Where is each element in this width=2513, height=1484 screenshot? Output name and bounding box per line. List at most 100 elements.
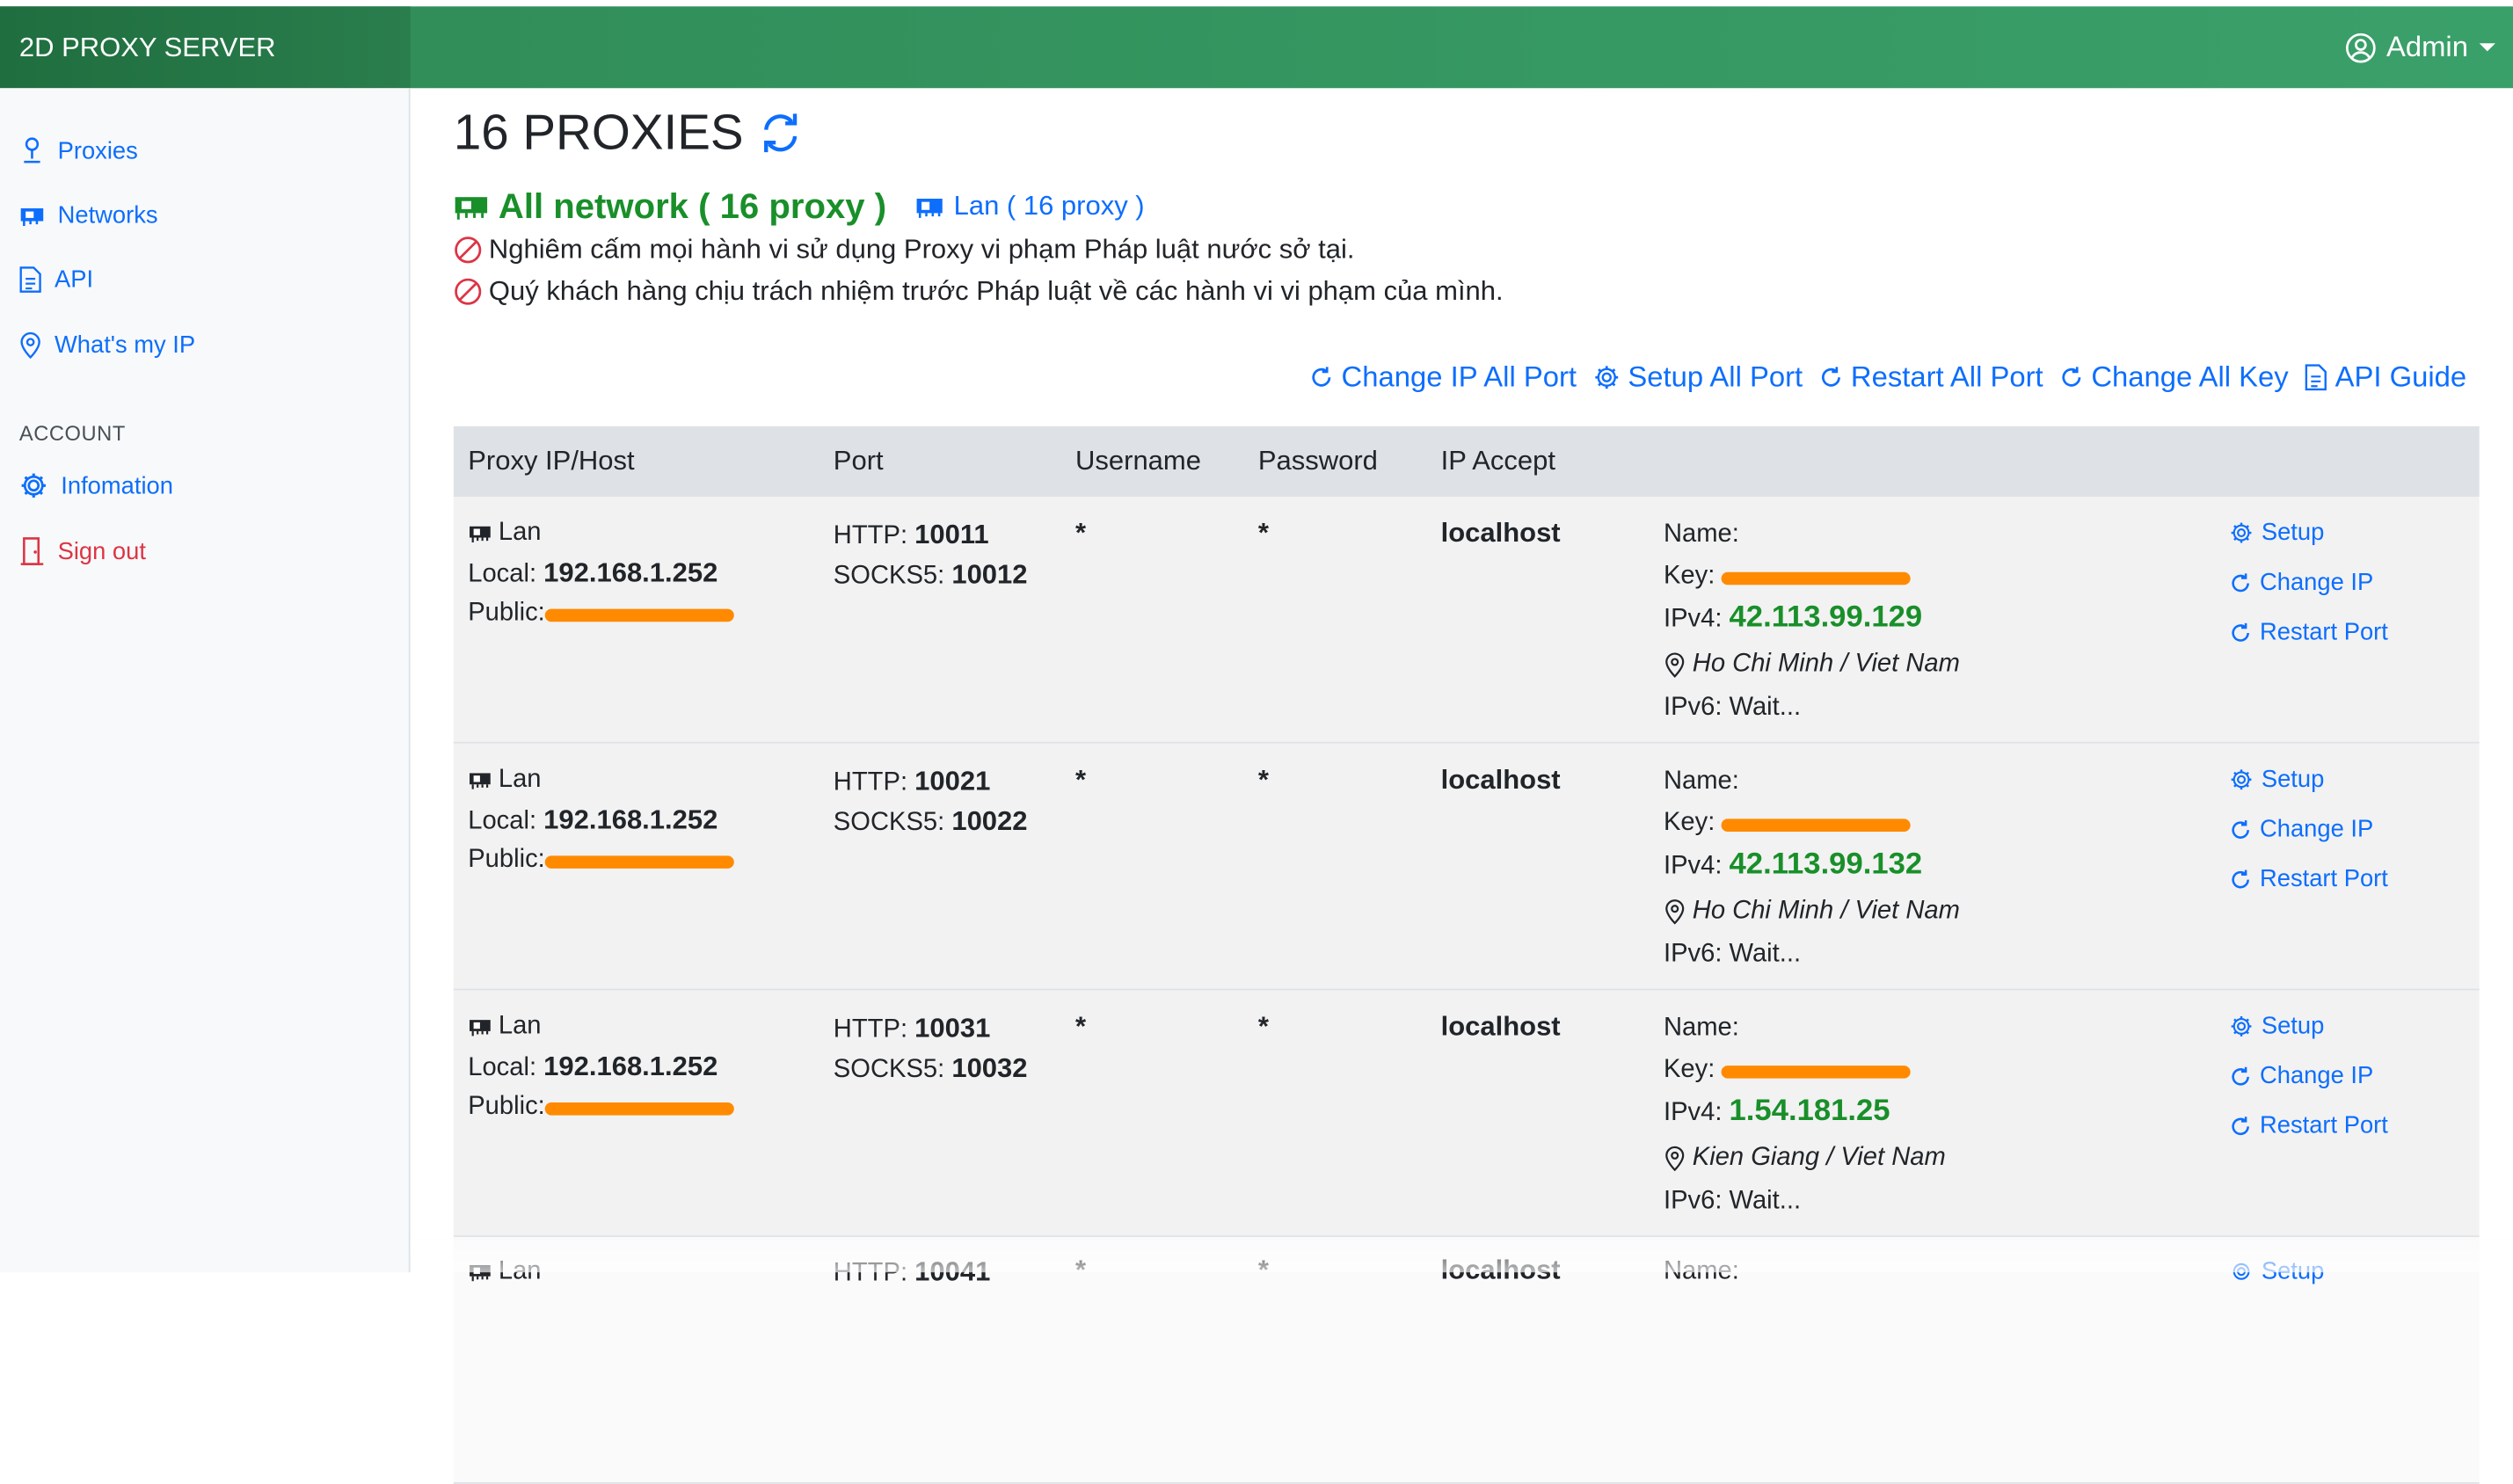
link-label: Restart Port (2260, 618, 2388, 646)
change-ip-button[interactable]: Change IP (2229, 569, 2373, 596)
change-ip-all-port-button[interactable]: Change IP All Port (1309, 360, 1577, 394)
brand-logo[interactable]: 2D PROXY SERVER (0, 6, 411, 89)
local-label: Local: (468, 560, 537, 588)
setup-button[interactable]: Setup (2229, 1013, 2324, 1040)
rotate-icon (2232, 1116, 2249, 1135)
location-pin-icon (1665, 899, 1685, 925)
restart-port-button[interactable]: Restart Port (2229, 1112, 2388, 1139)
location-pin-icon (1665, 652, 1685, 678)
location: Kien Giang / Viet Nam (1664, 1144, 1946, 1173)
http-port-value[interactable]: 10021 (914, 766, 990, 797)
http-port-value[interactable]: 10031 (914, 1013, 990, 1044)
key-field: Key: (1664, 809, 1912, 838)
socks5-port-value[interactable]: 10022 (951, 806, 1027, 837)
ipv4-label: IPv4: (1663, 852, 1723, 880)
socks5-port: SOCKS5: 10012 (834, 559, 1028, 591)
warning-line: Nghiêm cấm mọi hành vi sử dụng Proxy vi … (454, 234, 1355, 266)
redaction-mark (1722, 1065, 1912, 1079)
local-ip: Local: 192.168.1.252 (468, 1051, 717, 1083)
sidebar-item-whats-my-ip[interactable]: What's my IP (19, 331, 195, 359)
table-row: Lan Local: 192.168.1.252 Public: HTTP: 1… (453, 497, 2480, 744)
link-label: Setup (2261, 519, 2325, 547)
key-label: Key: (1663, 809, 1715, 837)
sidebar-item-networks[interactable]: Networks (19, 202, 158, 229)
link-label: Change IP (2260, 1062, 2374, 1090)
location: Ho Chi Minh / Viet Nam (1664, 898, 1960, 927)
table-row: Lan HTTP: 10041 * * localhost Name: Setu… (453, 1237, 2480, 1484)
http-port-value[interactable]: 10011 (914, 520, 988, 550)
network-tag: Lan (468, 1012, 542, 1042)
rotate-icon (2232, 622, 2249, 641)
local-ip-value[interactable]: 192.168.1.252 (543, 1051, 717, 1082)
page-title-text: 16 PROXIES (453, 104, 744, 161)
change-all-key-button[interactable]: Change All Key (2059, 360, 2289, 394)
sidebar-item-label: Sign out (57, 537, 146, 565)
socks5-port-value[interactable]: 10032 (951, 1053, 1027, 1084)
link-label: Change IP (2260, 815, 2374, 843)
network-label: Lan (498, 1012, 542, 1040)
local-label: Local: (468, 1054, 537, 1082)
refresh-icon[interactable] (756, 109, 805, 157)
network-card-icon (20, 207, 44, 226)
ip-accept-value: localhost (1440, 764, 1561, 796)
http-port: HTTP: 10021 (834, 766, 991, 797)
rotate-icon (2232, 819, 2249, 838)
warning-line: Quý khách hàng chịu trách nhiệm trước Ph… (454, 276, 1504, 308)
key-label: Key: (1663, 562, 1715, 590)
rotate-icon (1312, 367, 1331, 387)
key-field: Key: (1664, 563, 1912, 592)
redaction-mark (544, 608, 734, 622)
ipv4-label: IPv4: (1663, 1099, 1723, 1127)
location: Ho Chi Minh / Viet Nam (1664, 651, 1960, 680)
public-ip: Public: (468, 1093, 734, 1122)
rotate-icon (1821, 367, 1840, 387)
username-value: * (1075, 517, 1087, 549)
prohibited-icon (455, 278, 482, 305)
ipv4-value[interactable]: 42.113.99.129 (1730, 601, 1923, 635)
local-label: Local: (468, 807, 537, 835)
local-ip-value[interactable]: 192.168.1.252 (543, 804, 717, 835)
network-card-icon (916, 198, 943, 217)
rotate-icon (2232, 572, 2249, 592)
gear-icon (2231, 1016, 2252, 1037)
change-ip-button[interactable]: Change IP (2229, 1062, 2373, 1089)
link-label: Setup (2261, 1012, 2325, 1040)
setup-all-port-button[interactable]: Setup All Port (1592, 360, 1803, 394)
network-label: Lan (498, 519, 542, 547)
restart-all-port-button[interactable]: Restart All Port (1818, 360, 2043, 394)
socks5-port-value[interactable]: 10012 (951, 559, 1027, 590)
app-root: 2D PROXY SERVER Admin Proxies Networks A… (0, 0, 2513, 1484)
network-tag: Lan (468, 766, 542, 795)
ipv6-field: IPv6: Wait... (1663, 940, 1802, 968)
sidebar-item-sign-out[interactable]: Sign out (19, 537, 146, 566)
key-field: Key: (1664, 1056, 1912, 1085)
sidebar-item-api[interactable]: API (19, 266, 93, 294)
local-ip-value[interactable]: 192.168.1.252 (543, 557, 717, 588)
http-port: HTTP: 10011 (834, 520, 989, 551)
setup-button[interactable]: Setup (2229, 520, 2324, 547)
change-ip-button[interactable]: Change IP (2229, 816, 2373, 843)
setup-button[interactable]: Setup (2229, 766, 2324, 793)
restart-port-button[interactable]: Restart Port (2229, 619, 2388, 646)
ipv4-value[interactable]: 42.113.99.132 (1730, 847, 1923, 881)
filter-all-network[interactable]: All network ( 16 proxy ) (454, 186, 886, 227)
admin-menu[interactable]: Admin (2345, 6, 2497, 88)
sidebar-item-proxies[interactable]: Proxies (19, 136, 138, 165)
password-value: * (1257, 1011, 1269, 1042)
ipv4-value[interactable]: 1.54.181.25 (1730, 1095, 1890, 1128)
location-text: Ho Chi Minh / Viet Nam (1692, 897, 1960, 925)
action-label: Setup All Port (1628, 360, 1803, 393)
filter-label: All network ( 16 proxy ) (498, 186, 887, 227)
location-text: Ho Chi Minh / Viet Nam (1692, 651, 1960, 679)
filter-lan-network[interactable]: Lan ( 16 proxy ) (915, 191, 1145, 222)
sidebar-item-label: Proxies (57, 136, 138, 164)
local-ip: Local: 192.168.1.252 (468, 804, 717, 836)
sidebar-item-infomation[interactable]: Infomation (19, 471, 173, 500)
password-value: * (1257, 764, 1269, 796)
api-guide-button[interactable]: API Guide (2305, 360, 2466, 394)
gear-icon (2231, 522, 2252, 543)
network-card-icon (470, 773, 491, 789)
column-header: IP Accept (1440, 445, 1555, 476)
action-label: Restart All Port (1850, 360, 2043, 393)
restart-port-button[interactable]: Restart Port (2229, 865, 2388, 892)
